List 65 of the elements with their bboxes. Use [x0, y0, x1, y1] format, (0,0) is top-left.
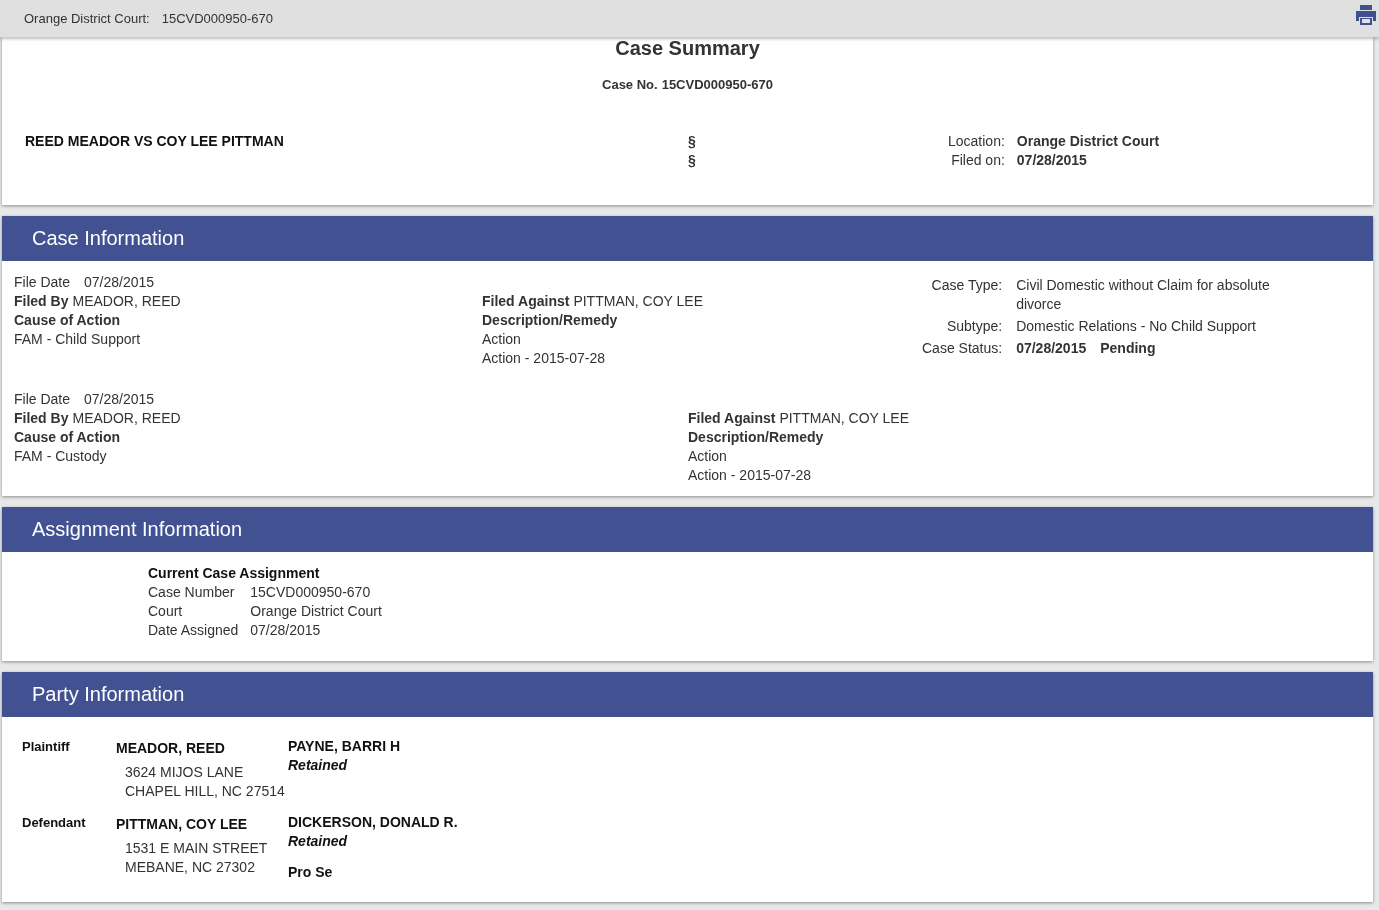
- field-label: Filed Against: [688, 409, 776, 428]
- field-value: Action - 2015-07-28: [482, 349, 606, 368]
- field-label: Description/Remedy: [482, 311, 619, 330]
- assignment-subheading: Current Case Assignment: [148, 564, 321, 583]
- field-value: PITTMAN, COY LEE: [573, 292, 704, 311]
- section-mark: §: [688, 151, 697, 170]
- field-value: 15CVD000950-670: [250, 583, 372, 602]
- field-value: 07/28/2015: [84, 390, 155, 409]
- field-value: Action: [688, 447, 728, 466]
- detail-label: Case Type:: [930, 276, 1003, 295]
- section-title: Assignment Information: [32, 520, 243, 539]
- attorney-name: Pro Se: [288, 863, 334, 882]
- detail-label: Case Status:: [922, 339, 1003, 358]
- party-address: CHAPEL HILL, NC 27514: [125, 782, 286, 801]
- attorney-name: DICKERSON, DONALD R.: [288, 813, 458, 832]
- case-style: REED MEADOR VS COY LEE PITTMAN: [25, 132, 285, 151]
- field-label: File Date: [14, 273, 71, 292]
- section-title: Party Information: [32, 685, 185, 704]
- field-label: Date Assigned: [148, 621, 239, 640]
- detail-label: Filed on:: [950, 151, 1005, 170]
- court-label: Orange District Court:: [24, 10, 150, 28]
- field-value: 07/28/2015: [84, 273, 155, 292]
- party-role: Defendant: [22, 814, 87, 832]
- attorney-status: Retained: [288, 832, 349, 851]
- field-value: Action - 2015-07-28: [688, 466, 812, 485]
- detail-value: 07/28/2015: [1016, 339, 1087, 358]
- section-mark: §: [688, 132, 697, 151]
- field-label: Case Number: [148, 583, 236, 602]
- field-label: Cause of Action: [14, 311, 122, 330]
- field-value: Action: [482, 330, 522, 349]
- field-label: Description/Remedy: [688, 428, 825, 447]
- field-label: Filed By: [14, 409, 69, 428]
- section-title: Case Information: [32, 229, 185, 248]
- party-address: 3624 MIJOS LANE: [125, 763, 245, 782]
- field-label: Filed By: [14, 292, 69, 311]
- attorney-name: PAYNE, BARRI H: [288, 737, 401, 756]
- detail-value: Domestic Relations - No Child Support: [1016, 317, 1256, 336]
- detail-value: 07/28/2015: [1016, 151, 1088, 170]
- party-role: Plaintiff: [22, 738, 71, 756]
- field-value: 07/28/2015: [250, 621, 322, 640]
- field-value: FAM - Child Support: [14, 330, 142, 349]
- case-number: 15CVD000950-670: [161, 10, 273, 28]
- field-label: Cause of Action: [14, 428, 122, 447]
- detail-label: Location:: [948, 132, 1005, 151]
- detail-value: Orange District Court: [1016, 132, 1160, 151]
- field-value: MEADOR, REED: [72, 409, 181, 428]
- print-icon[interactable]: [1355, 3, 1377, 26]
- party-name: MEADOR, REED: [116, 739, 226, 758]
- field-value: Orange District Court: [250, 602, 382, 621]
- party-name: PITTMAN, COY LEE: [116, 815, 249, 834]
- detail-value: Pending: [1100, 339, 1156, 358]
- party-address: 1531 E MAIN STREET: [125, 839, 269, 858]
- attorney-status: Retained: [288, 756, 349, 775]
- page-title: Case Summary: [614, 39, 761, 58]
- field-value: PITTMAN, COY LEE: [779, 409, 910, 428]
- field-label: File Date: [14, 390, 71, 409]
- case-no-value: 15CVD000950-670: [661, 76, 773, 94]
- detail-value: Civil Domestic without Claim for absolute divorce: [1016, 276, 1271, 314]
- field-value: MEADOR, REED: [72, 292, 181, 311]
- case-no-label: Case No.: [602, 76, 658, 94]
- field-label: Filed Against: [482, 292, 570, 311]
- field-label: Court: [148, 602, 184, 621]
- party-address: MEBANE, NC 27302: [125, 858, 256, 877]
- field-value: FAM - Custody: [14, 447, 108, 466]
- detail-label: Subtype:: [945, 317, 1003, 336]
